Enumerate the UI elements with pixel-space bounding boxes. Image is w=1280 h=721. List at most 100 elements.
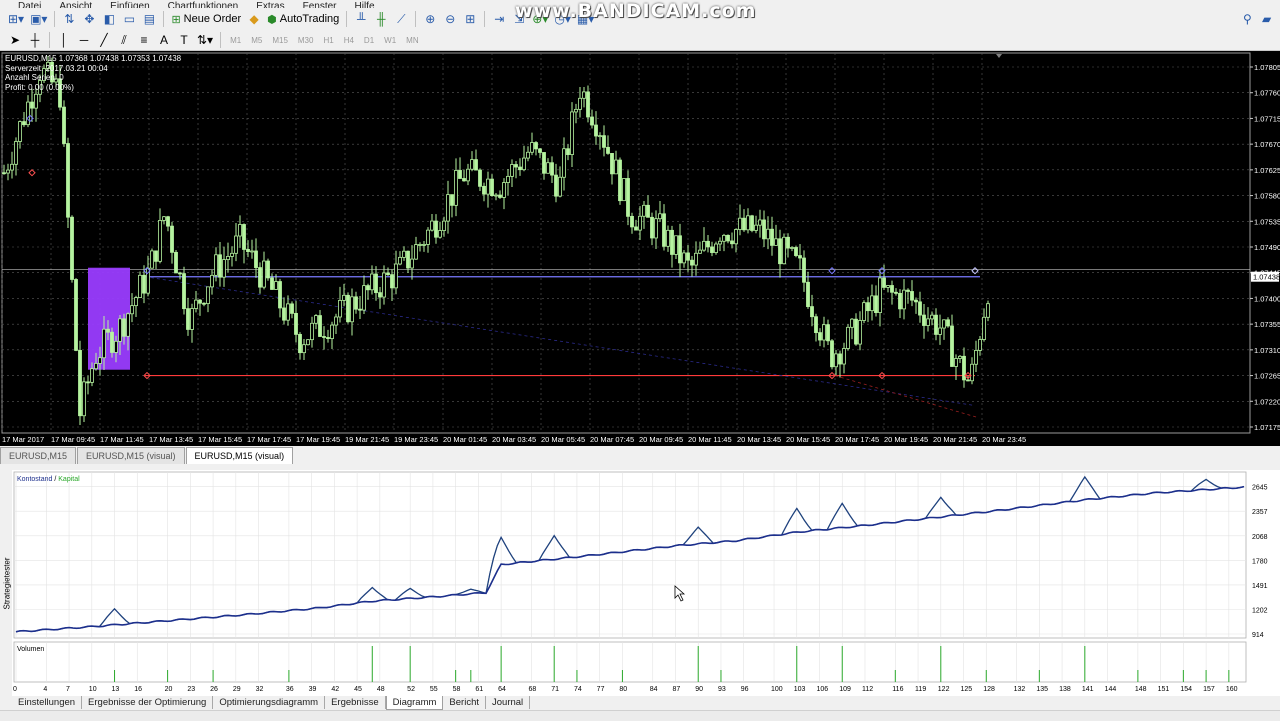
price-chart-canvas[interactable]: 1.07805 1.07760 1.07715 1.07670 1.07625 1.075… [0,51,1280,446]
timeframe-m5[interactable]: M5 [251,36,262,45]
profiles-icon[interactable]: ▣▾ [28,10,49,28]
candle-body [934,314,938,335]
chart-shift-icon[interactable]: ⇥ [490,10,508,28]
x-axis-label: 122 [938,686,950,693]
tester-tab[interactable]: Ergebnisse der Optimierung [82,696,214,709]
candle-body [226,256,230,261]
new-chart-icon[interactable]: ⊞▾ [6,10,26,28]
candle-body [34,93,38,109]
x-axis-label: 132 [1014,686,1026,693]
candle-body [630,215,634,228]
price-chart[interactable]: 1.07805 1.07760 1.07715 1.07670 1.07625 1.075… [0,51,1280,446]
text-label-icon[interactable]: T [175,31,193,49]
horizontal-line-icon[interactable]: ─ [75,31,93,49]
candle-body [894,291,898,294]
timeframe-mn[interactable]: MN [406,36,418,45]
timeframe-m1[interactable]: M1 [230,36,241,45]
fibonacci-icon[interactable]: ≡ [135,31,153,49]
navigator-icon[interactable]: ◧ [100,10,118,28]
candle-body [538,148,542,153]
market-watch-icon[interactable]: ⇅ [60,10,78,28]
x-axis-label: 100 [771,686,783,693]
timeframe-w1[interactable]: W1 [384,36,396,45]
candle-body [826,324,830,342]
tester-graph[interactable]: 2645 2357 2068 1780 1491 1202 914 0 4 7 10 13 16 20 23… [12,470,1280,696]
candle-body [374,273,378,294]
timeframe-h1[interactable]: H1 [323,36,333,45]
candle-body [546,162,550,174]
candle-body [14,141,18,165]
tester-icon[interactable]: ▤ [140,10,158,28]
candle-body [358,308,362,311]
tester-tab[interactable]: Optimierungsdiagramm [213,696,326,709]
candle-body [106,328,110,333]
chart-tab[interactable]: EURUSD,M15 [0,447,77,464]
timeframe-m30[interactable]: M30 [298,36,314,45]
candle-body [798,255,802,259]
data-window-icon[interactable]: ✥ [80,10,98,28]
candle-body [598,135,602,138]
tile-windows-icon[interactable]: ⊞ [461,10,479,28]
terminal-icon[interactable]: ▭ [120,10,138,28]
chart-tab[interactable]: EURUSD,M15 (visual) [185,447,294,464]
candle-body [726,234,730,242]
channel-icon[interactable]: ⫽ [115,31,133,49]
candle-body [706,240,710,248]
timeframe-d1[interactable]: D1 [364,36,374,45]
search-icon[interactable]: ⚲ [1243,12,1252,26]
arrows-icon[interactable]: ⇅▾ [195,31,215,49]
time-label: 20 Mar 13:45 [737,435,781,444]
x-axis-label: 157 [1203,686,1215,693]
candle-body [498,194,502,198]
cursor-icon[interactable]: ➤ [6,31,24,49]
tester-tab[interactable]: Ergebnisse [325,696,386,709]
candle-body [406,250,410,269]
chart-tab[interactable]: EURUSD,M15 (visual) [77,447,185,464]
candle-body [222,259,226,278]
candle-body [330,324,334,339]
timeframe-m15[interactable]: M15 [272,36,288,45]
candle-body [818,332,822,341]
x-axis-label: 109 [839,686,851,693]
crosshair-icon[interactable]: ┼ [26,31,44,49]
candle-body [594,124,598,137]
candle-body [350,296,354,323]
time-label: 20 Mar 03:45 [492,435,536,444]
autotrading-button[interactable]: ⬢ AutoTrading [265,10,341,28]
y-axis-label: 1780 [1252,558,1268,565]
tester-tab[interactable]: Einstellungen [12,696,83,709]
candle-body [390,274,394,289]
timeframe-h4[interactable]: H4 [344,36,354,45]
tester-tab[interactable]: Journal [486,696,531,709]
zoom-out-icon[interactable]: ⊖ [441,10,459,28]
candle-body [18,121,22,142]
x-axis-label: 52 [407,686,415,693]
candle-body [718,240,722,245]
y-axis-label: 2068 [1252,534,1268,541]
tester-graph-canvas[interactable]: 2645235720681780149112029140 4 7 10 13 16 20 23… [12,470,1280,696]
new-order-button[interactable]: ⊞ Neue Order [169,10,243,28]
candle-body [306,339,310,346]
bar-chart-icon[interactable]: ╨ [352,10,370,28]
x-axis-label: 26 [210,686,218,693]
chart-window-tabs: EURUSD,M15 EURUSD,M15 (visual) EURUSD,M15 … [0,446,1280,464]
candle-body [618,159,622,202]
candle-body [414,244,418,260]
line-chart-icon[interactable]: ⟋ [392,10,410,28]
tester-tab[interactable]: Diagramm [385,696,444,710]
metaeditor-icon[interactable]: ◆ [245,10,263,28]
candle-body [134,297,138,307]
candle-body [874,295,878,313]
candle-body [446,194,450,222]
chart-shift-marker [996,54,1002,58]
bandicam-watermark: www.BANDICAM.com [515,0,757,22]
candle-body [686,252,690,261]
zoom-in-icon[interactable]: ⊕ [421,10,439,28]
candlestick-icon[interactable]: ╫ [372,10,390,28]
chat-icon[interactable]: ▰ [1262,12,1271,26]
vertical-line-icon[interactable]: │ [55,31,73,49]
text-icon[interactable]: A [155,31,173,49]
tester-tab[interactable]: Bericht [443,696,486,709]
candle-body [470,159,474,170]
trendline-icon[interactable]: ╱ [95,31,113,49]
